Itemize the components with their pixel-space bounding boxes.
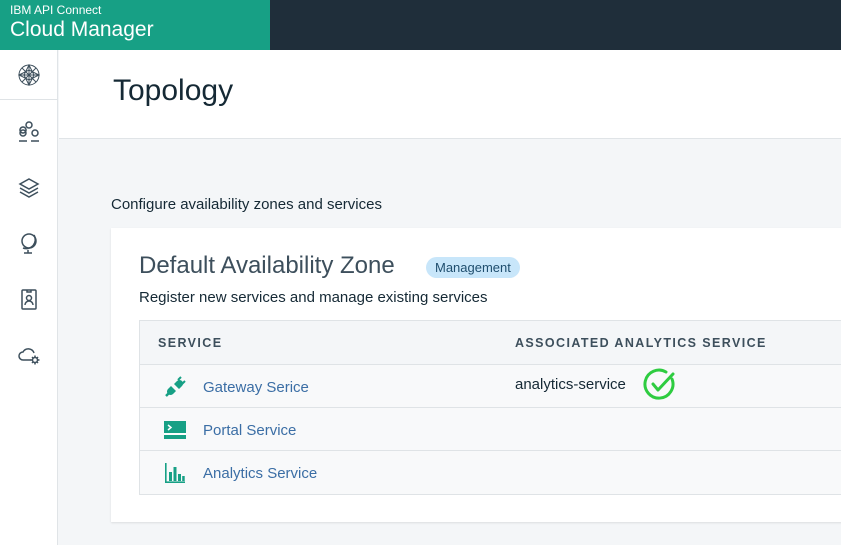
layers-icon xyxy=(18,178,40,198)
column-header-service[interactable]: SERVICE xyxy=(158,336,222,350)
brand-block[interactable]: IBM API Connect Cloud Manager xyxy=(0,0,270,50)
page-header: Topology xyxy=(59,50,841,139)
table-row[interactable]: Gateway Serice analytics-service xyxy=(140,365,841,408)
topology-icon xyxy=(17,63,41,86)
table-row[interactable]: Analytics Service xyxy=(140,451,841,494)
sidebar-item-topology[interactable] xyxy=(0,50,58,100)
sidebar-item-catalog[interactable] xyxy=(0,218,58,268)
vendor-name: IBM API Connect xyxy=(10,3,102,17)
analytics-bar-chart-icon xyxy=(165,463,185,483)
cloud-settings-icon xyxy=(18,348,40,365)
badge-icon xyxy=(21,289,37,310)
top-bar: IBM API Connect Cloud Manager xyxy=(0,0,841,50)
sidebar-item-organizations[interactable] xyxy=(0,106,58,156)
check-circle-icon xyxy=(643,368,675,400)
sidebar-item-resources[interactable] xyxy=(0,162,58,212)
services-table: SERVICE ASSOCIATED ANALYTICS SERVICE Gat… xyxy=(139,320,841,495)
zone-title: Default Availability Zone xyxy=(139,252,395,279)
user-groups-icon xyxy=(19,121,39,142)
zone-description: Register new services and manage existin… xyxy=(139,289,488,306)
page-subtitle: Configure availability zones and service… xyxy=(111,196,382,213)
sidebar-item-members[interactable] xyxy=(0,274,58,324)
column-header-analytics[interactable]: ASSOCIATED ANALYTICS SERVICE xyxy=(515,336,767,350)
sidebar xyxy=(0,50,58,545)
availability-zone-card: Default Availability Zone Management Reg… xyxy=(111,228,841,522)
portal-terminal-icon xyxy=(164,421,186,439)
associated-analytics-value: analytics-service xyxy=(515,376,626,393)
service-link-gateway[interactable]: Gateway Serice xyxy=(203,379,309,396)
service-link-analytics[interactable]: Analytics Service xyxy=(203,465,317,482)
table-row[interactable]: Portal Service xyxy=(140,408,841,451)
page-title: Topology xyxy=(113,74,234,107)
globe-icon xyxy=(21,233,37,254)
zone-badge: Management xyxy=(426,257,520,278)
service-link-portal[interactable]: Portal Service xyxy=(203,422,296,439)
app-title: Cloud Manager xyxy=(10,18,154,41)
table-header: SERVICE ASSOCIATED ANALYTICS SERVICE xyxy=(140,321,841,365)
gateway-plug-icon xyxy=(165,376,186,397)
sidebar-item-settings[interactable] xyxy=(0,330,58,380)
